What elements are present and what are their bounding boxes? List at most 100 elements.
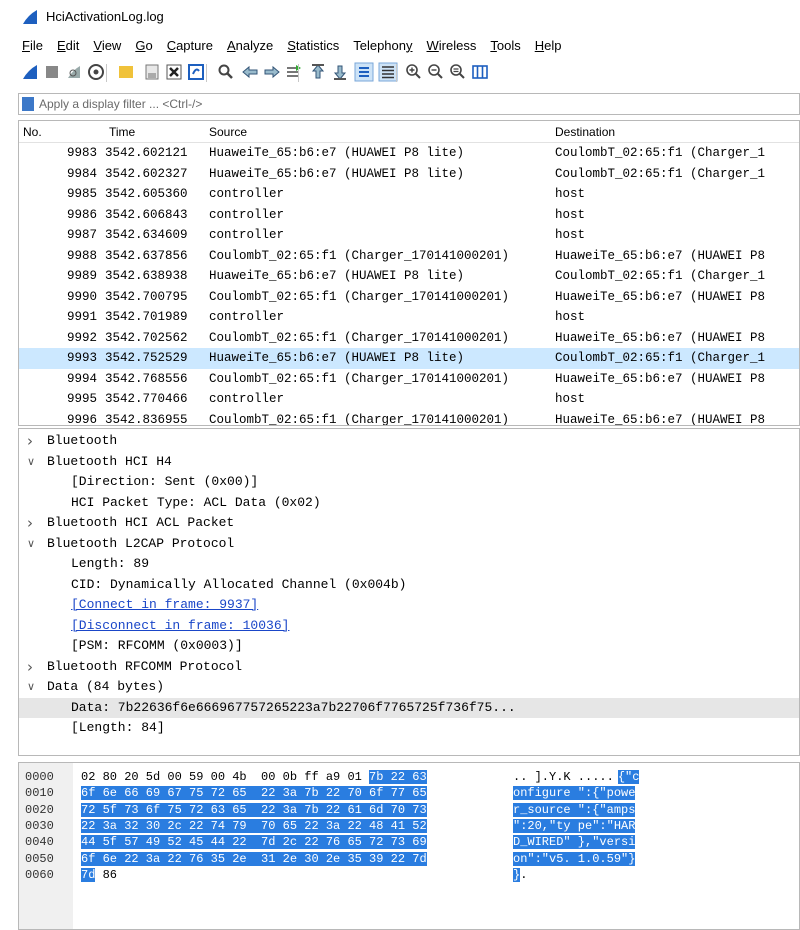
detail-row[interactable]: [Disconnect in frame: 10036] bbox=[19, 616, 799, 637]
packet-row[interactable]: 9996 3542.836955 CoulombT_02:65:f1 (Charge… bbox=[19, 410, 799, 426]
collapse-arrow-icon[interactable]: › bbox=[27, 431, 33, 452]
packet-time: 3542.836955 bbox=[105, 412, 188, 426]
collapse-arrow-icon[interactable]: › bbox=[27, 657, 33, 678]
detail-row[interactable]: [PSM: RFCOMM (0x0003)] bbox=[19, 636, 799, 657]
detail-row[interactable]: ∨ Bluetooth L2CAP Protocol bbox=[19, 534, 799, 555]
packet-row[interactable]: 9984 3542.602327 HuaweiTe_65:b6:e7 (HUAWEI… bbox=[19, 164, 799, 185]
forward-icon[interactable] bbox=[262, 62, 282, 82]
packet-bytes-pane[interactable]: 0000 02 80 20 5d 00 59 00 4b 00 0b ff a9 … bbox=[18, 762, 800, 930]
detail-row[interactable]: ∨ Bluetooth HCI H4 bbox=[19, 452, 799, 473]
detail-row[interactable]: › Bluetooth bbox=[19, 431, 799, 452]
hex-row[interactable]: 0050 6f 6e 22 3a 22 76 35 2e 31 2e 30 2e … bbox=[19, 851, 799, 867]
packet-row[interactable]: 9995 3542.770466 controller host bbox=[19, 389, 799, 410]
zoom-out-icon[interactable] bbox=[426, 62, 446, 82]
detail-row[interactable]: HCI Packet Type: ACL Data (0x02) bbox=[19, 493, 799, 514]
colorize-icon[interactable] bbox=[378, 62, 398, 82]
expand-arrow-icon[interactable]: ∨ bbox=[27, 452, 35, 473]
reload-icon[interactable] bbox=[186, 62, 206, 82]
zoom-in-icon[interactable] bbox=[404, 62, 424, 82]
detail-row[interactable]: [Length: 84] bbox=[19, 718, 799, 739]
shark-fin-icon[interactable] bbox=[20, 62, 40, 82]
hex-offset: 0060 bbox=[25, 867, 54, 882]
open-icon[interactable] bbox=[116, 62, 136, 82]
expand-arrow-icon[interactable]: ∨ bbox=[27, 677, 35, 698]
packet-row[interactable]: 9983 3542.602121 HuaweiTe_65:b6:e7 (HUAWEI… bbox=[19, 143, 799, 164]
packet-row[interactable]: 9994 3542.768556 CoulombT_02:65:f1 (Charge… bbox=[19, 369, 799, 390]
collapse-arrow-icon[interactable]: › bbox=[27, 513, 33, 534]
menu-mnemonic: H bbox=[534, 37, 545, 53]
column-header-time[interactable]: Time bbox=[109, 125, 135, 139]
last-icon[interactable] bbox=[330, 62, 350, 82]
column-header-destination[interactable]: Destination bbox=[555, 125, 615, 139]
hex-row[interactable]: 0040 44 5f 57 49 52 45 44 22 7d 2c 22 76 … bbox=[19, 834, 799, 850]
menu-wireless[interactable]: Wireless bbox=[427, 38, 477, 53]
close-file-icon[interactable] bbox=[164, 62, 184, 82]
options-icon[interactable] bbox=[86, 62, 106, 82]
menu-go[interactable]: Go bbox=[135, 38, 152, 53]
wireshark-fin-icon bbox=[23, 10, 37, 24]
packet-row[interactable]: 9992 3542.702562 CoulombT_02:65:f1 (Charge… bbox=[19, 328, 799, 349]
packet-row[interactable]: 9988 3542.637856 CoulombT_02:65:f1 (Charge… bbox=[19, 246, 799, 267]
packet-row[interactable]: 9987 3542.634609 controller host bbox=[19, 225, 799, 246]
packet-row[interactable]: 9990 3542.700795 CoulombT_02:65:f1 (Charge… bbox=[19, 287, 799, 308]
menu-statistics[interactable]: Statistics bbox=[287, 38, 339, 53]
menu-telephony[interactable]: Telephony bbox=[353, 38, 412, 53]
first-icon[interactable] bbox=[308, 62, 328, 82]
packet-row[interactable]: 9985 3542.605360 controller host bbox=[19, 184, 799, 205]
menu-capture[interactable]: Capture bbox=[167, 38, 213, 53]
detail-row[interactable]: CID: Dynamically Allocated Channel (0x00… bbox=[19, 575, 799, 596]
detail-row[interactable]: [Direction: Sent (0x00)] bbox=[19, 472, 799, 493]
detail-row[interactable]: Length: 89 bbox=[19, 554, 799, 575]
go-to-icon[interactable] bbox=[284, 62, 304, 82]
restart-icon[interactable] bbox=[64, 62, 84, 82]
menu-file[interactable]: File bbox=[22, 38, 43, 53]
frame-link[interactable]: [Disconnect in frame: 10036] bbox=[71, 618, 289, 633]
hex-row[interactable]: 0030 22 3a 32 30 2c 22 74 79 70 65 22 3a … bbox=[19, 818, 799, 834]
menu-view[interactable]: View bbox=[93, 38, 121, 53]
column-header-source[interactable]: Source bbox=[209, 125, 247, 139]
column-header-no[interactable]: No. bbox=[23, 125, 42, 139]
packet-details-tree[interactable]: › Bluetooth ∨ Bluetooth HCI H4 [Direction: S… bbox=[18, 428, 800, 756]
resize-columns-icon[interactable] bbox=[470, 62, 490, 82]
packet-row[interactable]: 9993 3542.752529 HuaweiTe_65:b6:e7 (HUAWEI… bbox=[19, 348, 799, 369]
menu-help[interactable]: Help bbox=[535, 38, 562, 53]
packet-no: 9990 bbox=[67, 289, 98, 304]
zoom-normal-icon[interactable] bbox=[448, 62, 468, 82]
stop-icon[interactable] bbox=[42, 62, 62, 82]
detail-row[interactable]: [Connect in frame: 9937] bbox=[19, 595, 799, 616]
packet-row[interactable]: 9986 3542.606843 controller host bbox=[19, 205, 799, 226]
hex-bytes: 02 80 20 5d 00 59 00 4b 00 0b ff a9 01 7… bbox=[81, 769, 427, 785]
packet-row[interactable]: 9989 3542.638938 HuaweiTe_65:b6:e7 (HUAWEI… bbox=[19, 266, 799, 287]
hex-offset: 0010 bbox=[25, 786, 54, 801]
menu-mnemonic: S bbox=[287, 37, 296, 53]
bookmark-icon[interactable] bbox=[22, 97, 34, 111]
packet-source: CoulombT_02:65:f1 (Charger_170141000201) bbox=[209, 289, 510, 304]
menu-tools[interactable]: Tools bbox=[490, 38, 520, 53]
find-icon[interactable] bbox=[216, 62, 236, 82]
expand-arrow-icon[interactable]: ∨ bbox=[27, 534, 35, 555]
autoscroll-icon[interactable] bbox=[354, 62, 374, 82]
hex-bytes: 44 5f 57 49 52 45 44 22 7d 2c 22 76 65 7… bbox=[81, 834, 427, 850]
back-icon[interactable] bbox=[240, 62, 260, 82]
detail-row[interactable]: Data: 7b22636f6e666967757265223a7b22706f… bbox=[19, 697, 799, 718]
packet-source: HuaweiTe_65:b6:e7 (HUAWEI P8 lite) bbox=[209, 351, 465, 365]
detail-row[interactable]: ∨ Data (84 bytes) bbox=[19, 677, 799, 698]
hex-row[interactable]: 0010 6f 6e 66 69 67 75 72 65 22 3a 7b 22 … bbox=[19, 785, 799, 801]
hex-row[interactable]: 0020 72 5f 73 6f 75 72 63 65 22 3a 7b 22 … bbox=[19, 802, 799, 818]
menu-label-rest: iew bbox=[101, 37, 122, 53]
packet-destination: HuaweiTe_65:b6:e7 (HUAWEI P8 bbox=[555, 289, 766, 304]
packet-list[interactable]: No. Time Source Destination 9983 3542.602… bbox=[18, 120, 800, 426]
hex-row[interactable]: 0060 7d 86}. bbox=[19, 867, 799, 883]
packet-no: 9995 bbox=[67, 392, 98, 406]
detail-link-wrap: [Disconnect in frame: 10036] bbox=[71, 616, 289, 637]
save-icon[interactable] bbox=[142, 62, 162, 82]
menu-analyze[interactable]: Analyze bbox=[227, 38, 273, 53]
hex-row[interactable]: 0000 02 80 20 5d 00 59 00 4b 00 0b ff a9 … bbox=[19, 769, 799, 785]
detail-row[interactable]: › Bluetooth RFCOMM Protocol bbox=[19, 657, 799, 678]
menu-edit[interactable]: Edit bbox=[57, 38, 79, 53]
packet-row[interactable]: 9991 3542.701989 controller host bbox=[19, 307, 799, 328]
toolbar-separator bbox=[298, 64, 299, 82]
frame-link[interactable]: [Connect in frame: 9937] bbox=[71, 597, 258, 612]
display-filter-input[interactable] bbox=[39, 95, 779, 113]
detail-row[interactable]: › Bluetooth HCI ACL Packet bbox=[19, 513, 799, 534]
